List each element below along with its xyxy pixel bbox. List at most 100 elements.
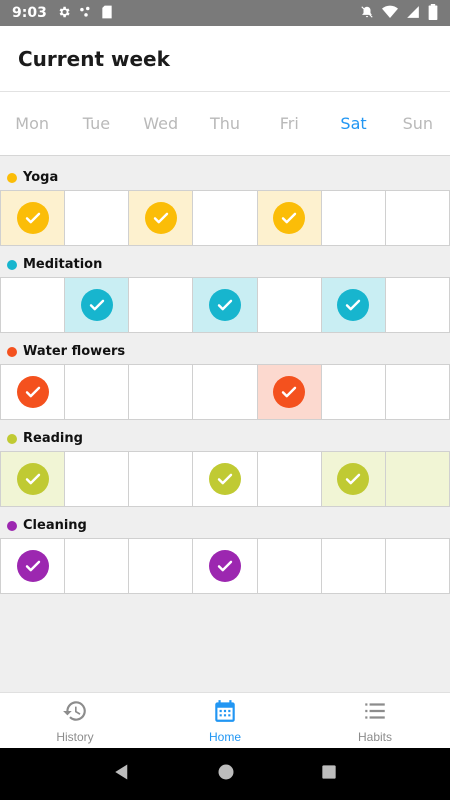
system-navigation-bar <box>0 748 450 800</box>
check-icon <box>273 376 306 408</box>
check-icon <box>16 202 49 234</box>
sd-card-icon <box>101 5 113 22</box>
wifi-icon <box>382 5 398 22</box>
habits-list: Yoga Meditation Water flowers Reading Cleani… <box>0 165 450 594</box>
day-cell-tue[interactable] <box>65 539 130 593</box>
day-cell-thu[interactable] <box>193 452 258 506</box>
check-icon <box>337 463 370 495</box>
history-icon <box>62 698 88 727</box>
day-cell-sun[interactable] <box>386 365 450 419</box>
day-cell-thu[interactable] <box>193 278 258 332</box>
day-cell-sun[interactable] <box>386 278 450 332</box>
habit-color-dot <box>7 172 17 183</box>
check-icon <box>144 202 177 234</box>
day-cell-mon[interactable] <box>0 539 66 593</box>
list-icon <box>362 698 388 727</box>
habit-color-dot <box>7 433 17 444</box>
day-cell-sat[interactable] <box>322 365 386 419</box>
nav-home[interactable]: Home <box>150 693 300 748</box>
day-cell-tue[interactable] <box>65 365 130 419</box>
day-cell-tue[interactable] <box>65 278 130 332</box>
day-cell-thu[interactable] <box>193 365 258 419</box>
check-icon <box>208 289 241 321</box>
day-cell-wed[interactable] <box>129 365 194 419</box>
habit-header: Cleaning <box>0 513 450 538</box>
status-icons-right <box>360 3 438 23</box>
overview-icon[interactable] <box>321 764 337 785</box>
habit-row: Meditation <box>0 252 450 333</box>
habit-week-grid <box>0 277 450 333</box>
day-cell-sat[interactable] <box>321 278 386 332</box>
habit-row: Yoga <box>0 165 450 246</box>
habit-color-dot <box>7 259 17 270</box>
nav-label: Habits <box>357 729 392 744</box>
day-cell-thu[interactable] <box>193 539 258 593</box>
habit-row: Cleaning <box>0 513 450 594</box>
week-days-header: Mon Tue Wed Thu Fri Sat Sun <box>0 92 450 156</box>
day-cell-fri[interactable] <box>257 365 322 419</box>
day-cell-fri[interactable] <box>258 278 322 332</box>
day-cell-sat[interactable] <box>321 452 386 506</box>
check-icon <box>16 376 49 408</box>
day-thu: Thu <box>209 114 241 133</box>
day-cell-sun[interactable] <box>386 539 450 593</box>
check-icon <box>208 463 241 495</box>
habit-week-grid <box>0 451 450 507</box>
status-bar: 9:03 <box>0 0 450 26</box>
habit-name: Water flowers <box>23 344 126 359</box>
check-icon <box>80 289 113 321</box>
day-cell-sat[interactable] <box>322 539 386 593</box>
status-icons-left <box>57 5 113 22</box>
battery-icon <box>428 3 438 23</box>
day-cell-mon[interactable] <box>0 278 66 332</box>
day-cell-wed[interactable] <box>129 539 194 593</box>
check-icon <box>208 550 241 582</box>
habit-week-grid <box>0 538 450 594</box>
day-cell-fri[interactable] <box>258 539 322 593</box>
check-icon <box>337 289 370 321</box>
day-cell-wed[interactable] <box>129 278 194 332</box>
nav-history[interactable]: History <box>0 693 150 748</box>
day-cell-fri[interactable] <box>257 191 322 245</box>
bottom-navigation: History Home Habits <box>0 692 450 748</box>
habit-row: Reading <box>0 426 450 507</box>
day-cell-tue[interactable] <box>65 452 130 506</box>
habit-name: Cleaning <box>23 518 87 533</box>
check-icon <box>16 463 49 495</box>
signal-icon <box>406 5 420 22</box>
page-title: Current week <box>18 46 170 71</box>
day-cell-mon[interactable] <box>0 452 66 506</box>
check-icon <box>273 202 306 234</box>
habit-header: Meditation <box>0 252 450 277</box>
habit-name: Meditation <box>23 257 103 272</box>
settings-icon <box>57 5 71 22</box>
day-cell-mon[interactable] <box>0 365 66 419</box>
habit-color-dot <box>7 520 17 531</box>
habit-week-grid <box>0 190 450 246</box>
mute-icon <box>360 5 374 22</box>
dots-icon <box>79 5 93 22</box>
nav-label: History <box>56 729 94 744</box>
habit-row: Water flowers <box>0 339 450 420</box>
habit-header: Reading <box>0 426 450 451</box>
day-cell-tue[interactable] <box>65 191 130 245</box>
day-cell-sun[interactable] <box>385 452 450 506</box>
back-icon[interactable] <box>113 763 131 786</box>
day-cell-mon[interactable] <box>0 191 66 245</box>
day-cell-wed[interactable] <box>129 191 194 245</box>
day-mon: Mon <box>15 114 49 133</box>
home-button-icon[interactable] <box>217 763 235 786</box>
habit-header: Water flowers <box>0 339 450 364</box>
habit-header: Yoga <box>0 165 450 190</box>
day-sun: Sun <box>402 114 434 133</box>
day-tue: Tue <box>82 114 111 133</box>
day-cell-thu[interactable] <box>193 191 258 245</box>
habit-name: Yoga <box>23 170 59 185</box>
habit-week-grid <box>0 364 450 420</box>
day-cell-fri[interactable] <box>258 452 322 506</box>
day-cell-wed[interactable] <box>129 452 194 506</box>
day-cell-sat[interactable] <box>322 191 386 245</box>
nav-habits[interactable]: Habits <box>300 693 450 748</box>
day-cell-sun[interactable] <box>386 191 450 245</box>
app-bar: Current week <box>0 26 450 92</box>
